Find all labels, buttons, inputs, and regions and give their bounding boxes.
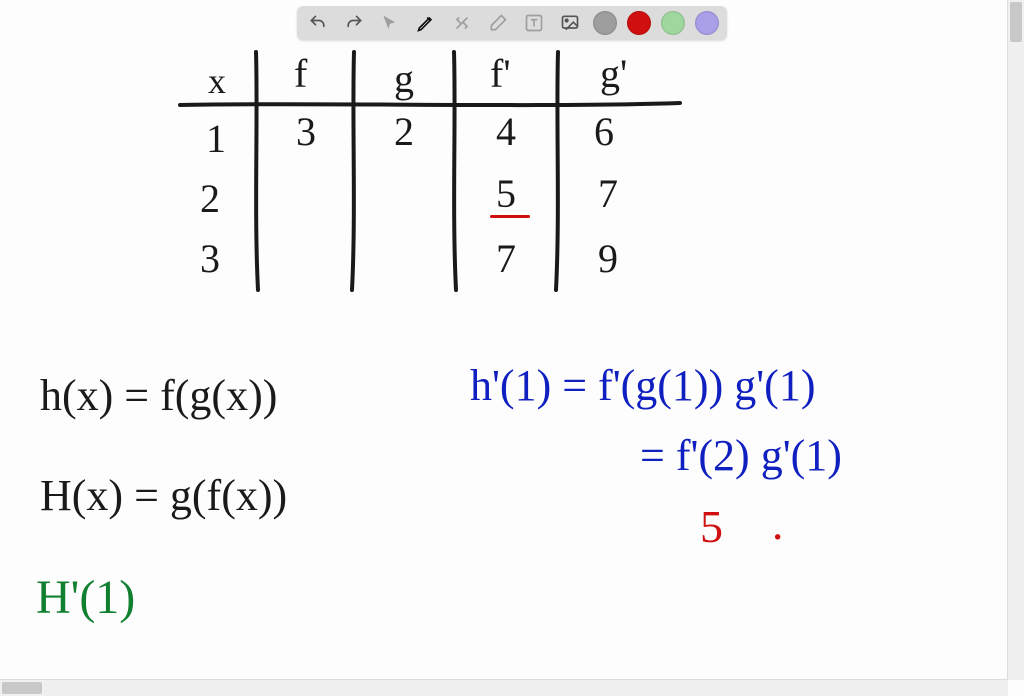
table-cell-x-3: 3	[200, 235, 220, 282]
whiteboard-canvas[interactable]: x f g f' g' 1 3 2 4 6 2 5 7 3 7 9 h(x) =…	[0, 0, 1008, 680]
underline-fp-2	[490, 215, 530, 218]
equation-h-def: h(x) = f(g(x))	[40, 370, 277, 421]
table-cell-fp-3: 7	[496, 235, 516, 282]
table-header-x: x	[208, 60, 226, 102]
table-cell-x-2: 2	[200, 175, 220, 222]
redo-button[interactable]	[341, 10, 367, 36]
table-cell-f-1: 3	[296, 108, 316, 155]
text-icon	[524, 13, 544, 33]
color-swatch-purple[interactable]	[695, 11, 719, 35]
table-header-fp: f'	[490, 50, 511, 97]
table-cell-fp-2: 5	[496, 170, 516, 217]
table-header-gp: g'	[600, 50, 627, 97]
table-cell-gp-1: 6	[594, 108, 614, 155]
color-swatch-red[interactable]	[627, 11, 651, 35]
image-icon	[560, 13, 580, 33]
table-cell-x-1: 1	[206, 115, 226, 162]
tools-icon	[452, 13, 472, 33]
pointer-tool[interactable]	[377, 10, 403, 36]
table-cell-fp-1: 4	[496, 108, 516, 155]
horizontal-scrollbar-thumb[interactable]	[2, 682, 42, 694]
equation-Hprime1: H'(1)	[36, 570, 135, 625]
pen-icon	[416, 13, 436, 33]
equation-hprime-line1: h'(1) = f'(g(1)) g'(1)	[470, 360, 815, 411]
image-tool[interactable]	[557, 10, 583, 36]
color-swatch-gray[interactable]	[593, 11, 617, 35]
vertical-scrollbar-thumb[interactable]	[1010, 2, 1022, 42]
undo-icon	[308, 13, 328, 33]
result-dot: ·	[770, 510, 785, 563]
tools-button[interactable]	[449, 10, 475, 36]
equation-hprime-line2: = f'(2) g'(1)	[640, 430, 842, 481]
eraser-icon	[488, 13, 508, 33]
undo-button[interactable]	[305, 10, 331, 36]
pointer-icon	[380, 13, 400, 33]
hand-drawn-lines	[0, 0, 1008, 680]
table-header-f: f	[294, 50, 307, 97]
table-cell-gp-3: 9	[598, 235, 618, 282]
vertical-scrollbar[interactable]	[1007, 0, 1024, 680]
table-header-g: g	[394, 55, 414, 102]
horizontal-scrollbar[interactable]	[0, 679, 1008, 696]
color-swatch-green[interactable]	[661, 11, 685, 35]
text-tool[interactable]	[521, 10, 547, 36]
table-cell-g-1: 2	[394, 108, 414, 155]
equation-H-def: H(x) = g(f(x))	[40, 470, 287, 521]
result-5: 5	[700, 500, 723, 553]
redo-icon	[344, 13, 364, 33]
eraser-tool[interactable]	[485, 10, 511, 36]
table-cell-gp-2: 7	[598, 170, 618, 217]
pen-tool[interactable]	[413, 10, 439, 36]
toolbar	[297, 6, 727, 40]
